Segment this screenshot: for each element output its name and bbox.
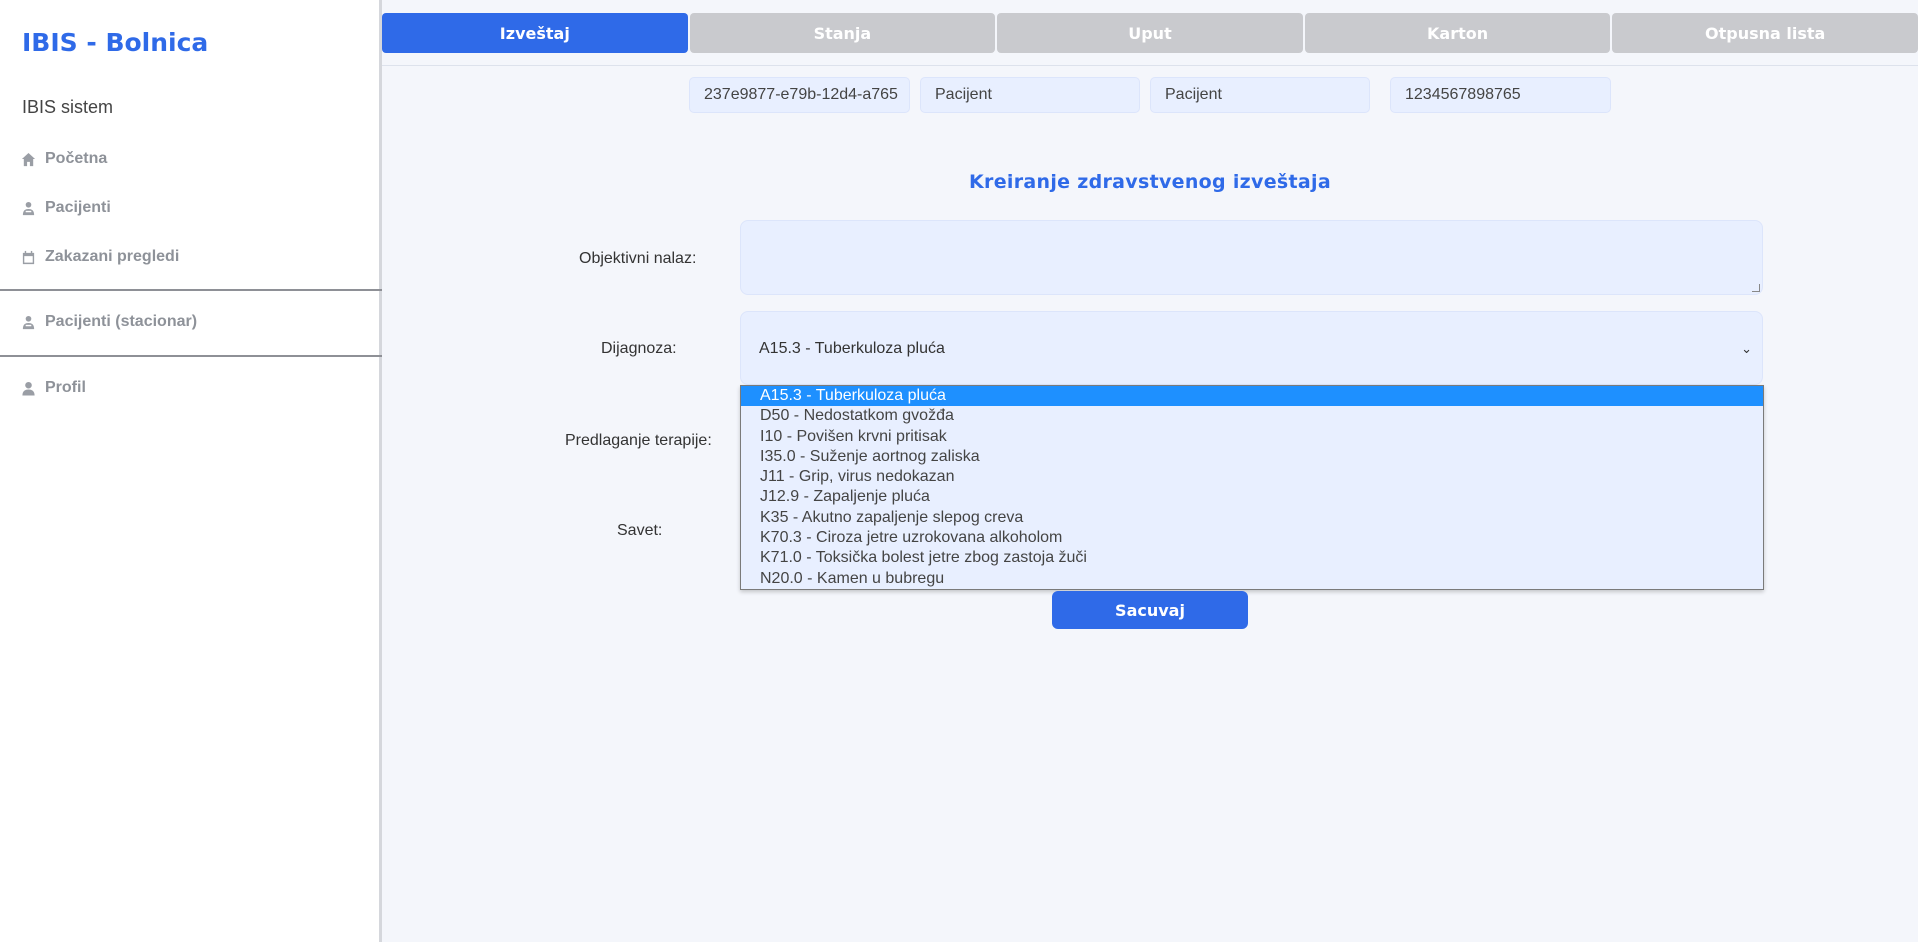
calendar-icon [20, 249, 36, 265]
chevron-down-icon: ⌄ [1741, 341, 1752, 356]
tab-stanja[interactable]: Stanja [689, 13, 996, 53]
sidebar-item-pocetna[interactable]: Početna [20, 147, 107, 171]
resize-handle-icon[interactable] [1752, 284, 1760, 292]
dropdown-option[interactable]: K35 - Akutno zapaljenje slepog creva [741, 508, 1763, 528]
sidebar-item-label: Zakazani pregledi [45, 248, 180, 265]
sidebar-item-label: Početna [45, 150, 108, 167]
dropdown-option[interactable]: K71.0 - Toksička bolest jetre zbog zasto… [741, 548, 1763, 568]
dropdown-option[interactable]: I10 - Povišen krvni pritisak [741, 427, 1763, 447]
patient-id-field[interactable]: 237e9877-e79b-12d4-a765 [689, 77, 910, 113]
tab-divider [382, 65, 1918, 66]
dropdown-option[interactable]: K70.3 - Ciroza jetre uzrokovana alkoholo… [741, 528, 1763, 548]
dropdown-option[interactable]: J11 - Grip, virus nedokazan [741, 467, 1763, 487]
diagnosis-label: Dijagnoza: [601, 340, 677, 357]
tab-karton[interactable]: Karton [1304, 13, 1611, 53]
objective-textarea[interactable] [740, 220, 1763, 295]
dropdown-option[interactable]: A15.3 - Tuberkuloza pluća [741, 386, 1763, 407]
tab-uput[interactable]: Uput [997, 13, 1303, 53]
objective-label: Objektivni nalaz: [579, 250, 697, 267]
sidebar-item-pacijenti[interactable]: Pacijenti [20, 196, 111, 220]
sidebar: IBIS - Bolnica IBIS sistem Početna Pacij… [0, 0, 382, 942]
patient-icon [20, 314, 36, 330]
page-title: Kreiranje zdravstvenog izveštaja [969, 171, 1331, 193]
sidebar-divider [0, 289, 382, 291]
sidebar-divider [0, 355, 382, 357]
tab-izvestaj[interactable]: Izveštaj [382, 13, 688, 53]
therapy-label: Predlaganje terapije: [565, 432, 712, 449]
sidebar-item-zakazani-pregledi[interactable]: Zakazani pregledi [20, 245, 179, 269]
tab-otpusna-lista[interactable]: Otpusna lista [1612, 13, 1918, 53]
patient-last-name-field[interactable]: Pacijent [1150, 77, 1370, 113]
diagnosis-selected-value: A15.3 - Tuberkuloza pluća [759, 340, 945, 357]
dropdown-option[interactable]: J12.9 - Zapaljenje pluća [741, 487, 1763, 507]
user-icon [20, 380, 36, 396]
patient-jmbg-field[interactable]: 1234567898765 [1390, 77, 1611, 113]
app-brand[interactable]: IBIS - Bolnica [22, 28, 208, 57]
system-label: IBIS sistem [22, 97, 114, 117]
patient-icon [20, 200, 36, 216]
sidebar-item-label: Pacijenti [45, 199, 111, 216]
dropdown-option[interactable]: N20.0 - Kamen u bubregu [741, 569, 1763, 589]
home-icon [20, 151, 36, 167]
diagnosis-select[interactable]: A15.3 - Tuberkuloza pluća ⌄ [740, 311, 1763, 385]
dropdown-option[interactable]: I35.0 - Suženje aortnog zaliska [741, 447, 1763, 467]
sidebar-item-profil[interactable]: Profil [20, 376, 86, 400]
dropdown-option[interactable]: D50 - Nedostatkom gvožđa [741, 406, 1763, 426]
sidebar-item-pacijenti-stacionar[interactable]: Pacijenti (stacionar) [20, 310, 197, 334]
save-button[interactable]: Sacuvaj [1052, 591, 1248, 629]
patient-first-name-field[interactable]: Pacijent [920, 77, 1140, 113]
sidebar-item-label: Profil [45, 379, 86, 396]
tab-bar: Izveštaj Stanja Uput Karton Otpusna list… [382, 13, 1918, 53]
advice-label: Savet: [617, 522, 663, 539]
diagnosis-dropdown-list: A15.3 - Tuberkuloza pluća D50 - Nedostat… [740, 385, 1764, 590]
sidebar-item-label: Pacijenti (stacionar) [45, 313, 198, 330]
